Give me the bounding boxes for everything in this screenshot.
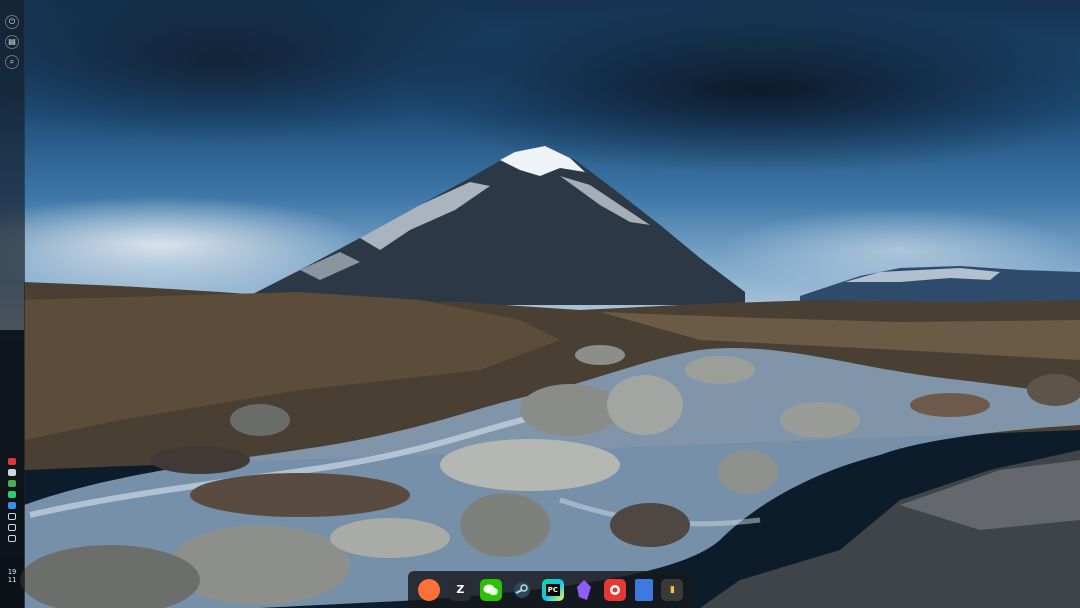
clipboard-icon[interactable]: ▤: [5, 35, 19, 49]
landscape-illustration: [20, 146, 1080, 608]
shield-icon[interactable]: [8, 524, 16, 531]
record-icon[interactable]: [8, 458, 16, 465]
notification-icon[interactable]: [8, 535, 16, 542]
desktop-wallpaper: [0, 0, 1080, 608]
bluetooth-icon[interactable]: [8, 502, 16, 509]
refresh-icon[interactable]: [8, 513, 16, 520]
chat-icon[interactable]: [8, 491, 16, 498]
note-icon[interactable]: [8, 469, 16, 476]
clock-minute: 11: [7, 576, 17, 584]
obsidian-icon[interactable]: [573, 579, 595, 601]
clock-hour: 19: [7, 568, 17, 576]
wechat-icon[interactable]: [480, 578, 503, 601]
clock[interactable]: 19 11: [3, 568, 21, 584]
pycharm-icon[interactable]: PC: [541, 578, 564, 601]
firefox-icon[interactable]: [418, 578, 441, 601]
android-icon[interactable]: [8, 480, 16, 487]
red-app-icon[interactable]: [603, 578, 626, 601]
steam-icon[interactable]: [511, 579, 533, 601]
dock: Z PC ▮: [408, 571, 694, 608]
search-icon[interactable]: ⌕: [5, 55, 19, 69]
terminal-icon[interactable]: ▮: [661, 578, 684, 601]
zed-icon[interactable]: Z: [449, 578, 472, 601]
power-icon[interactable]: ⏻: [5, 15, 19, 29]
left-panel: ⏻ ▤ ⌕ 19 11: [0, 0, 25, 608]
document-icon[interactable]: [634, 578, 653, 601]
